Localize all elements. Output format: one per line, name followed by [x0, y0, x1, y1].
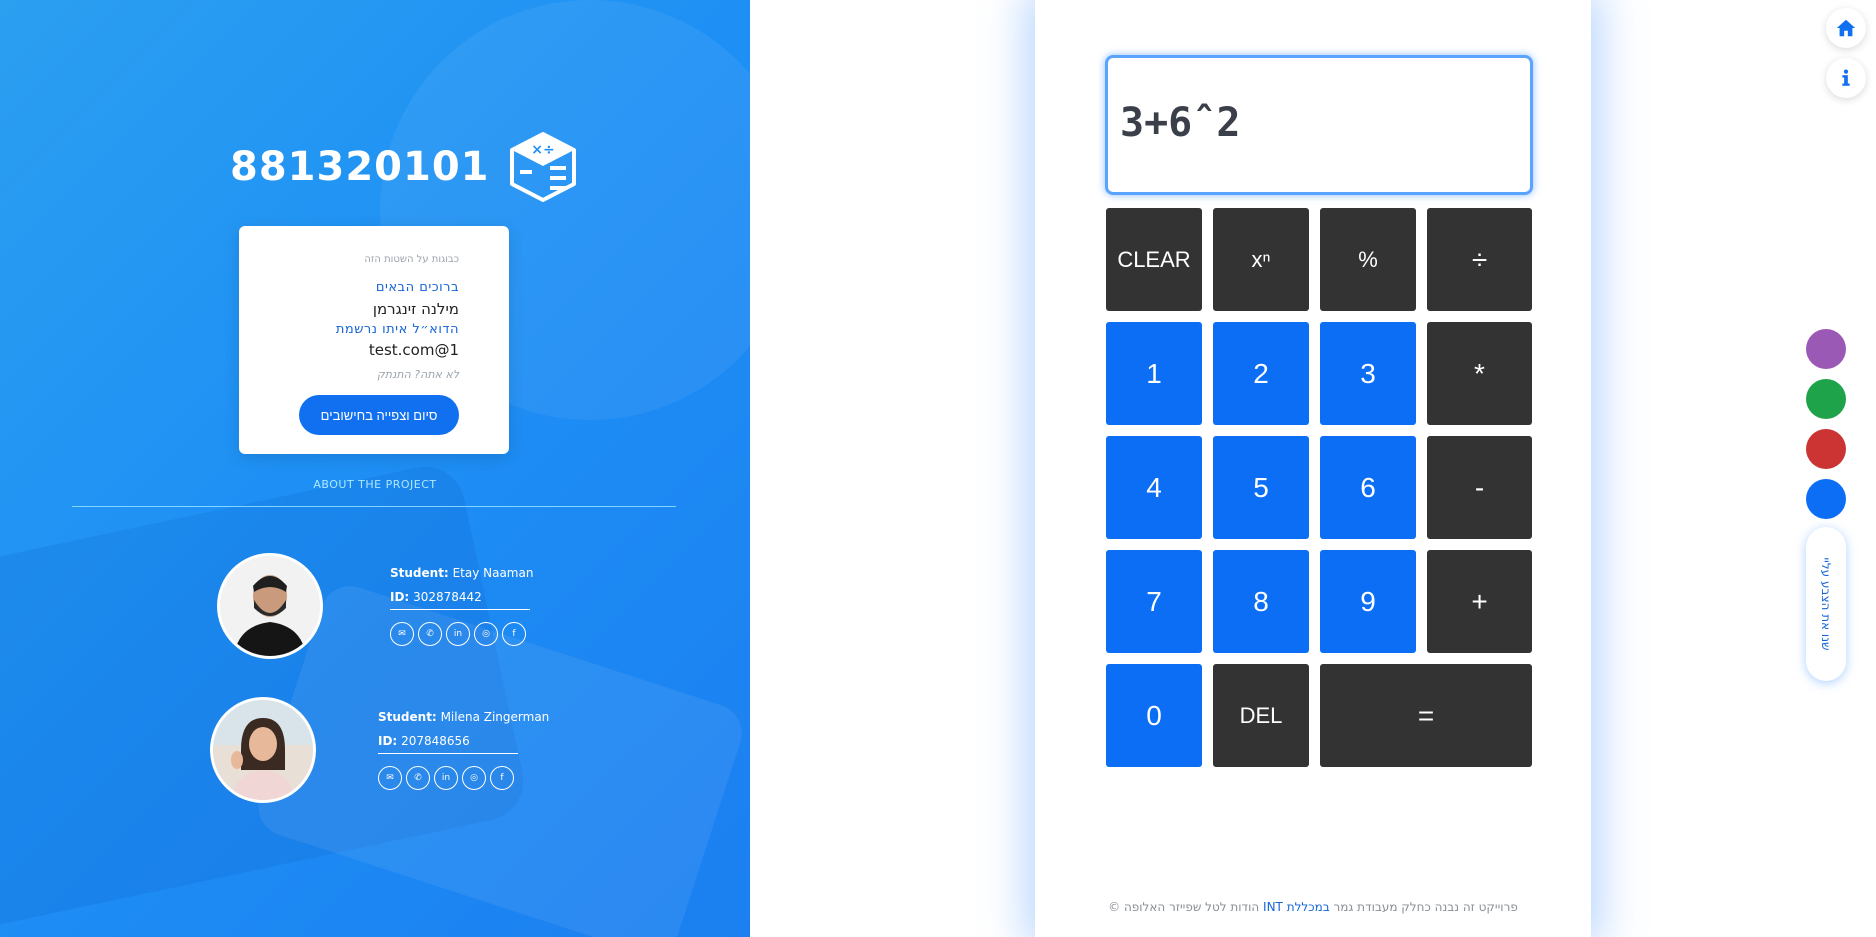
digit-8-button[interactable]: 8	[1213, 550, 1309, 653]
digit-6-button[interactable]: 6	[1320, 436, 1416, 539]
brand-number: 881320101	[230, 144, 490, 190]
red-theme-swatch[interactable]	[1806, 429, 1846, 469]
student-id: ID: 207848656	[378, 734, 470, 748]
display-expression: 3+6ˆ2	[1120, 100, 1241, 146]
calculator-display: 3+6ˆ2	[1105, 55, 1533, 195]
delete-button[interactable]: DEL	[1213, 664, 1309, 767]
facebook-icon[interactable]: f	[490, 766, 514, 790]
student-label: Student:	[378, 710, 437, 724]
avatar	[210, 697, 316, 803]
mail-icon[interactable]: ✉	[390, 622, 414, 646]
cube-logo-icon: ×÷	[509, 132, 576, 202]
digit-7-button[interactable]: 7	[1106, 550, 1202, 653]
instagram-icon[interactable]: ◎	[462, 766, 486, 790]
home-icon	[1836, 19, 1856, 37]
change-color-label: שנו את הצבע עליי	[1819, 557, 1833, 651]
user-email: test.com@1	[368, 341, 459, 359]
clear-button[interactable]: CLEAR	[1106, 208, 1202, 311]
home-button[interactable]	[1826, 8, 1866, 48]
id-label: ID:	[390, 590, 410, 604]
digit-9-button[interactable]: 9	[1320, 550, 1416, 653]
student-name-value: Milena Zingerman	[440, 710, 550, 724]
change-color-toggle[interactable]: שנו את הצבע עליי	[1806, 527, 1846, 681]
digit-2-button[interactable]: 2	[1213, 322, 1309, 425]
linkedin-icon[interactable]: in	[434, 766, 458, 790]
id-label: ID:	[378, 734, 398, 748]
logout-link[interactable]: לא אתה? התנתק	[377, 368, 459, 381]
digit-5-button[interactable]: 5	[1213, 436, 1309, 539]
user-name: מילנה זינגרמן	[372, 300, 459, 318]
digit-4-button[interactable]: 4	[1106, 436, 1202, 539]
info-icon	[1842, 69, 1850, 86]
phone-icon[interactable]: ✆	[406, 766, 430, 790]
multiply-button[interactable]: *	[1427, 322, 1532, 425]
left-panel: 881320101 ×÷ כבוגות על השטות הזה ברוכים …	[0, 0, 750, 937]
social-links: ✉ ✆ in ◎ f	[390, 622, 526, 646]
welcome-card: כבוגות על השטות הזה ברוכים הבאים מילנה ז…	[239, 226, 509, 454]
blue-theme-swatch[interactable]	[1806, 479, 1846, 519]
digit-1-button[interactable]: 1	[1106, 322, 1202, 425]
equals-button[interactable]: =	[1320, 664, 1532, 767]
student-name: Student: Milena Zingerman	[378, 710, 549, 724]
svg-text:×÷: ×÷	[531, 142, 554, 158]
purple-theme-swatch[interactable]	[1806, 329, 1846, 369]
student-label: Student:	[390, 566, 449, 580]
minus-button[interactable]: -	[1427, 436, 1532, 539]
avatar	[217, 553, 323, 659]
mail-icon[interactable]: ✉	[378, 766, 402, 790]
person-photo-icon	[213, 700, 313, 800]
footer-credit: הודות לטל שפייזר האלופה ©	[1108, 900, 1264, 914]
person-photo-icon	[220, 556, 320, 656]
percent-button[interactable]: %	[1320, 208, 1416, 311]
power-button[interactable]: xⁿ	[1213, 208, 1309, 311]
brand: 881320101 ×÷	[230, 130, 580, 204]
student-name-value: Etay Naaman	[452, 566, 534, 580]
id-value: 302878442	[413, 590, 482, 604]
digit-3-button[interactable]: 3	[1320, 322, 1416, 425]
footer: פרוייקט זה נבנה כחלק מעבודת גמר במכללת I…	[1035, 900, 1591, 914]
student-id: ID: 302878442	[390, 590, 482, 604]
divide-button[interactable]: ÷	[1427, 208, 1532, 311]
instagram-icon[interactable]: ◎	[474, 622, 498, 646]
welcome-label: ברוכים הבאים	[375, 280, 459, 295]
registered-email-label: הדוא״ל איתו נרשמת	[335, 322, 459, 337]
card-caption: כבוגות על השטות הזה	[364, 254, 459, 265]
student-name: Student: Etay Naaman	[390, 566, 533, 580]
footer-college-link[interactable]: במכללת INT	[1263, 900, 1330, 914]
student-underline	[378, 753, 518, 754]
social-links: ✉ ✆ in ◎ f	[378, 766, 514, 790]
green-theme-swatch[interactable]	[1806, 379, 1846, 419]
about-project-link[interactable]: ABOUT THE PROJECT	[0, 478, 750, 491]
digit-0-button[interactable]: 0	[1106, 664, 1202, 767]
plus-button[interactable]: +	[1427, 550, 1532, 653]
id-value: 207848656	[401, 734, 470, 748]
phone-icon[interactable]: ✆	[418, 622, 442, 646]
linkedin-icon[interactable]: in	[446, 622, 470, 646]
student-underline	[390, 609, 530, 610]
calculator-panel: 3+6ˆ2 CLEAR xⁿ % ÷ 1 2 3 * 4 5 6 - 7 8 9…	[1035, 0, 1591, 937]
divider	[72, 506, 676, 507]
facebook-icon[interactable]: f	[502, 622, 526, 646]
finish-view-calculations-button[interactable]: סיום וצפייה בחישובים	[299, 395, 459, 435]
info-button[interactable]	[1826, 58, 1866, 98]
footer-text: פרוייקט זה נבנה כחלק מעבודת גמר	[1329, 900, 1518, 914]
